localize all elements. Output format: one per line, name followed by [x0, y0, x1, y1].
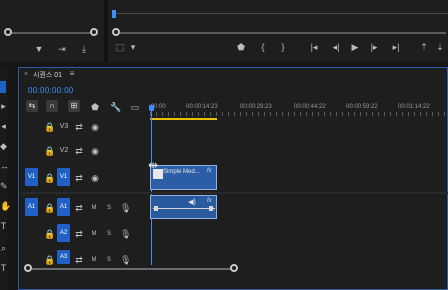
v2-lock-icon[interactable]: 🔒 [44, 146, 55, 156]
linked-selection-icon[interactable]: ⊞ [68, 100, 80, 112]
lift-icon[interactable]: ⇡ [418, 42, 430, 52]
a2-lock-icon[interactable]: 🔒 [44, 229, 55, 239]
step-forward-icon[interactable]: |▸ [368, 42, 380, 52]
program-monitor: ⬚ ▾ ⬟ { } |◂ ◂| ▶ |▸ ▸| ⇡ ⇣ [108, 0, 448, 62]
a3-sync-icon[interactable]: ⇄ [74, 255, 84, 265]
ripple-edit-tool-icon[interactable]: ◂ [0, 121, 7, 131]
scrollbar-left-handle[interactable] [4, 28, 12, 36]
timeline-zoom-right-handle[interactable] [230, 264, 238, 272]
track-select-tool-icon[interactable]: ▸ [0, 101, 7, 111]
audio-keyframe-end[interactable] [209, 206, 213, 211]
v1-eye-icon[interactable]: ◉ [90, 173, 100, 183]
close-tab-icon[interactable]: × [22, 70, 30, 80]
v3-label[interactable]: V3 [58, 122, 70, 132]
go-to-out-icon[interactable]: ▸| [390, 42, 402, 52]
a3-mute-button[interactable]: M [90, 255, 98, 265]
marker-icon[interactable]: ⬟ [236, 42, 246, 52]
ruler-label-5: 00:01:14:22 [398, 104, 430, 110]
v3-sync-icon[interactable]: ⇄ [74, 122, 84, 132]
a2-track-target[interactable]: A2 [57, 224, 70, 242]
captions-icon[interactable]: ▭ [130, 102, 140, 112]
nest-sequence-icon[interactable]: ⇆ [26, 100, 38, 112]
a1-mic-icon[interactable]: 🎙 [120, 203, 131, 213]
trim-cursor-icon: ⇹ [147, 158, 159, 172]
razor-tool-icon[interactable]: ◆ [0, 141, 7, 151]
ruler-label-2: 00:00:29:23 [240, 104, 272, 110]
ruler-label-3: 00:00:44:22 [294, 104, 326, 110]
playhead-marker[interactable] [112, 10, 116, 18]
slip-tool-icon[interactable]: ↔ [0, 161, 9, 171]
video-clip-name: Simple Med... [163, 169, 200, 175]
zoom-tool-icon[interactable]: ⌕ [0, 243, 7, 253]
insert-icon[interactable]: ⇥ [56, 44, 68, 54]
video-audio-divider[interactable] [22, 192, 448, 194]
ruler-label-4: 00:00:59:22 [346, 104, 378, 110]
extract-icon[interactable]: ⇣ [434, 42, 446, 52]
a1-source-patch[interactable]: A1 [25, 198, 38, 216]
video-clip-fx-badge: fx [207, 168, 212, 174]
a3-mic-icon[interactable]: 🎙 [120, 255, 131, 265]
monitor-zoom-bar[interactable] [116, 32, 446, 34]
snap-icon[interactable]: ∩ [46, 100, 58, 112]
a2-mute-button[interactable]: M [90, 229, 98, 239]
v1-lock-icon[interactable]: 🔒 [44, 173, 55, 183]
audio-clip[interactable]: fx ◀) [150, 195, 217, 219]
audio-keyframe-start[interactable] [154, 206, 158, 211]
pen-tool-icon[interactable]: ✎ [0, 181, 8, 191]
a1-sync-icon[interactable]: ⇄ [74, 203, 84, 213]
v1-sync-icon[interactable]: ⇄ [74, 173, 84, 183]
tools-panel: ▸ ◂ ◆ ↔ ✎ ✋ T ⌕ T [0, 67, 11, 290]
a1-solo-button[interactable]: S [105, 203, 113, 213]
project-panel: ▼ ⇥ ⤓ [0, 0, 104, 62]
a1-mute-button[interactable]: M [90, 203, 98, 213]
v2-sync-icon[interactable]: ⇄ [74, 146, 84, 156]
zoom-left-handle[interactable] [112, 28, 120, 36]
hand-tool-icon[interactable]: ✋ [0, 201, 11, 211]
a1-track-target[interactable]: A1 [57, 198, 70, 216]
v1-source-patch[interactable]: V1 [25, 168, 38, 186]
step-back-icon[interactable]: ◂| [330, 42, 342, 52]
a3-lock-icon[interactable]: 🔒 [44, 255, 55, 265]
v2-label[interactable]: V2 [58, 146, 70, 156]
v1-track-target[interactable]: V1 [57, 168, 70, 186]
audio-level-line[interactable] [153, 208, 215, 209]
scrollbar-right-handle[interactable] [90, 28, 98, 36]
dropdown-icon[interactable]: ▾ [128, 42, 138, 52]
add-marker-timeline-icon[interactable]: ⬟ [90, 102, 100, 112]
a2-solo-button[interactable]: S [105, 229, 113, 239]
filter-icon[interactable]: ▼ [34, 44, 44, 54]
v2-eye-icon[interactable]: ◉ [90, 146, 100, 156]
a2-mic-icon[interactable]: 🎙 [120, 229, 131, 239]
a3-solo-button[interactable]: S [105, 255, 113, 265]
audio-volume-icon: ◀) [188, 199, 196, 206]
timeline-zoom-left-handle[interactable] [24, 264, 32, 272]
wrench-icon[interactable]: 🔧 [110, 102, 121, 112]
a3-track-target[interactable]: A3 [57, 250, 70, 264]
add-marker-icon[interactable]: ⬚ [114, 42, 126, 52]
project-scrollbar[interactable] [8, 32, 94, 34]
ruler-label-1: 00:00:14:23 [186, 104, 218, 110]
v3-eye-icon[interactable]: ◉ [90, 122, 100, 132]
overwrite-icon[interactable]: ⤓ [78, 44, 90, 54]
tab-menu-icon[interactable]: ≡ [68, 69, 76, 79]
video-clip[interactable]: Simple Med... fx [150, 165, 217, 190]
monitor-time-ruler[interactable] [116, 13, 448, 14]
type-tool-icon-2[interactable]: T [0, 263, 7, 273]
go-to-in-icon[interactable]: |◂ [308, 42, 320, 52]
work-area-bar[interactable] [150, 118, 217, 120]
a2-sync-icon[interactable]: ⇄ [74, 229, 84, 239]
sequence-tab-title[interactable]: 시퀀스 01 [33, 70, 62, 80]
timeline-horizontal-scrollbar[interactable] [30, 268, 234, 270]
audio-clip-fx-badge: fx [207, 198, 212, 204]
v3-lock-icon[interactable]: 🔒 [44, 122, 55, 132]
mark-out-icon[interactable]: } [278, 42, 288, 52]
selection-tool-icon[interactable] [0, 81, 6, 93]
timeline-timecode[interactable]: 00:00:00:00 [28, 86, 74, 95]
type-tool-icon[interactable]: T [0, 221, 7, 231]
mark-in-icon[interactable]: { [258, 42, 268, 52]
a1-lock-icon[interactable]: 🔒 [44, 203, 55, 213]
play-icon[interactable]: ▶ [350, 42, 360, 52]
ruler-ticks[interactable] [150, 112, 448, 116]
